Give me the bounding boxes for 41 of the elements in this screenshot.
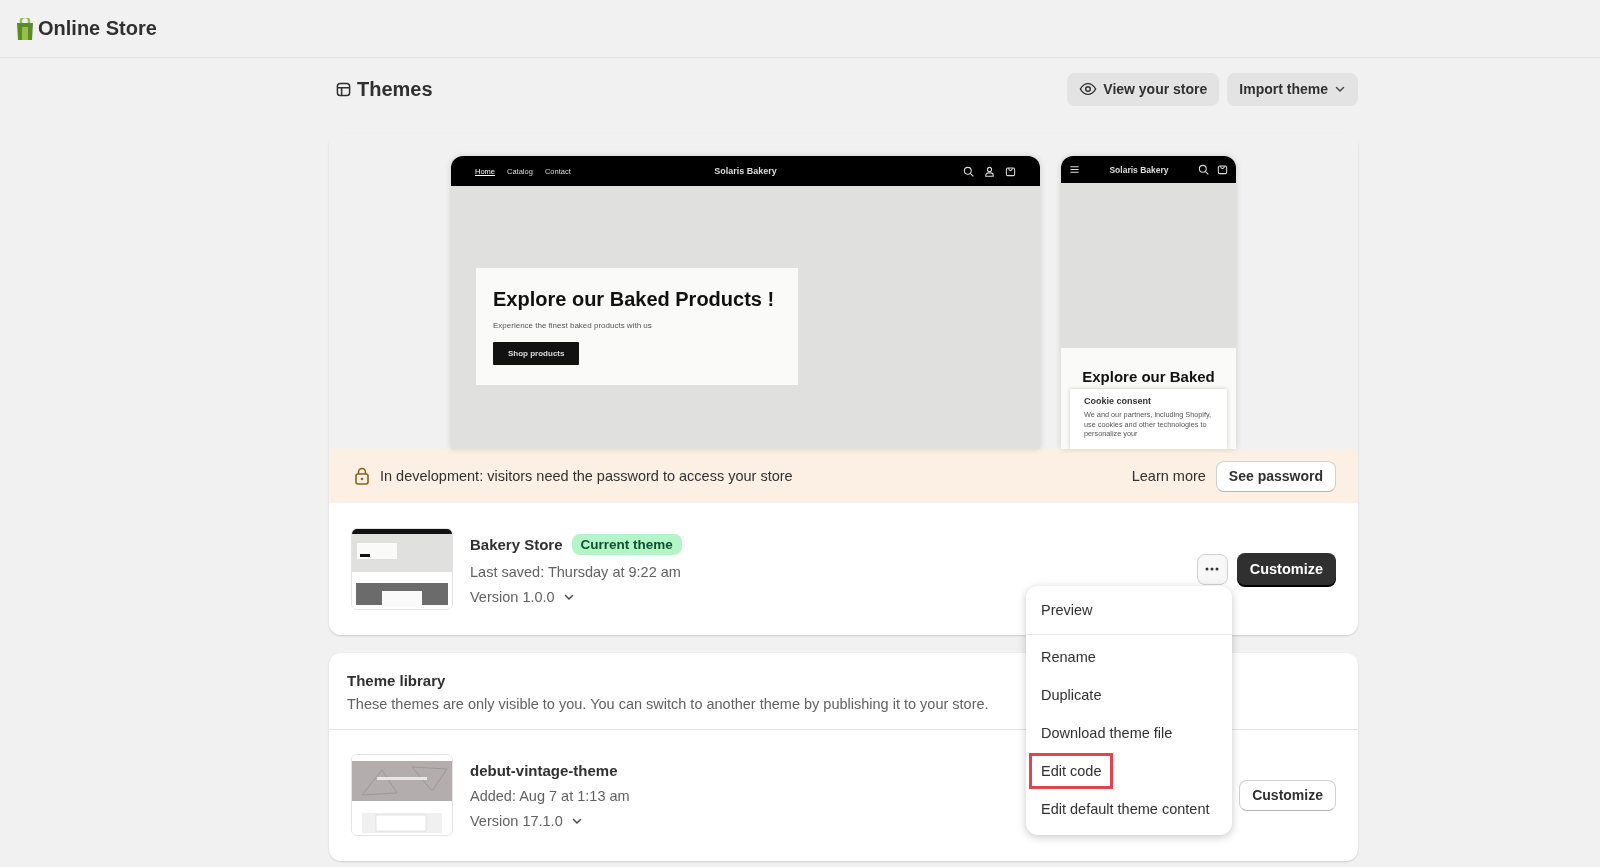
- eye-icon: [1079, 80, 1098, 98]
- theme-layout-icon: [336, 81, 351, 97]
- section-title: Theme library: [347, 672, 447, 689]
- theme-name: debut-vintage-theme: [470, 761, 618, 779]
- menu-item[interactable]: Rename: [1029, 639, 1108, 675]
- customize-button[interactable]: Customize: [1239, 779, 1336, 811]
- search-icon[interactable]: [1198, 164, 1209, 175]
- version-text[interactable]: Version 1.0.0: [470, 588, 555, 605]
- hero-title: Explore our Baked Products !: [493, 288, 776, 311]
- hero-title: Explore our Baked: [1081, 368, 1216, 385]
- menu-icon[interactable]: [1069, 164, 1080, 175]
- menu-item[interactable]: Preview: [1029, 592, 1105, 628]
- lock-icon: [354, 467, 370, 485]
- store-name: Solaris Bakery: [713, 166, 778, 176]
- cart-icon[interactable]: [1217, 164, 1228, 175]
- theme-name: Bakery Store: [470, 535, 563, 553]
- current-theme-badge: Current theme: [571, 533, 682, 555]
- menu-item[interactable]: Duplicate: [1029, 677, 1114, 713]
- menu-item[interactable]: Edit default theme content: [1029, 791, 1222, 827]
- page-title: Themes: [357, 77, 434, 101]
- see-password-button[interactable]: See password: [1215, 460, 1336, 492]
- customize-button[interactable]: Customize: [1236, 553, 1336, 585]
- hero-subtitle: Experience the finest baked products with us: [493, 321, 653, 330]
- menu-item[interactable]: Edit code: [1029, 753, 1114, 789]
- view-store-button[interactable]: View your store: [1067, 72, 1220, 106]
- search-icon[interactable]: [963, 165, 974, 177]
- banner-text: In development: visitors need the password to access your store: [380, 468, 794, 484]
- learn-more-link[interactable]: Learn more: [1131, 468, 1206, 484]
- cookie-title: Cookie consent: [1084, 396, 1152, 406]
- account-icon[interactable]: [984, 165, 995, 177]
- shop-products-button[interactable]: Shop products: [493, 342, 580, 365]
- menu-item[interactable]: Download theme file: [1029, 715, 1185, 751]
- cart-icon[interactable]: [1005, 165, 1016, 177]
- last-saved-text: Last saved: Thursday at 9:22 am: [470, 563, 681, 580]
- store-name: Solaris Bakery: [1108, 164, 1170, 175]
- more-icon: [1205, 567, 1220, 571]
- app-title: Online Store: [38, 17, 157, 40]
- shopping-bag-icon: [15, 17, 35, 40]
- import-theme-button[interactable]: Import theme: [1227, 72, 1358, 106]
- version-text[interactable]: Version 17.1.0: [470, 812, 563, 829]
- added-date-text: Added: Aug 7 at 1:13 am: [470, 787, 630, 804]
